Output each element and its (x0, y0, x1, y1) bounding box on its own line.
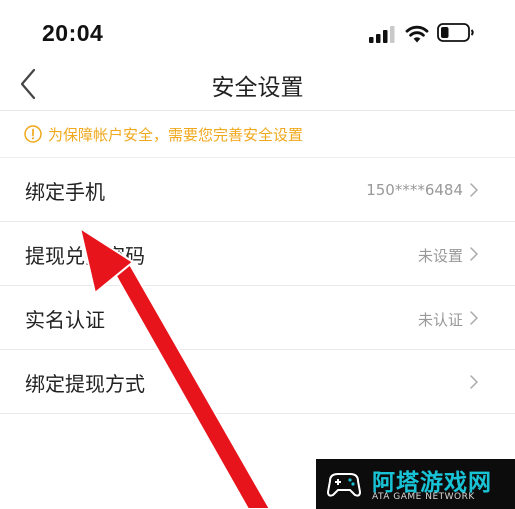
battery-icon (437, 23, 474, 42)
real-name-verification-row[interactable]: 实名认证 未认证 (0, 286, 515, 350)
chevron-right-icon (470, 375, 478, 389)
status-icons (369, 22, 479, 46)
row-value: 未设置 (417, 247, 463, 265)
wifi-icon (405, 25, 429, 43)
status-time: 20:04 (42, 20, 104, 46)
watermark-subtitle: ATA GAME NETWORK (372, 492, 475, 502)
withdraw-password-row[interactable]: 提现兑换密码 未设置 (0, 222, 515, 286)
gamepad-logo-icon (326, 473, 362, 497)
chevron-right-icon (470, 183, 478, 197)
nav-bar: 安全设置 (0, 64, 515, 111)
page-title: 安全设置 (211, 75, 304, 101)
status-bar: 20:04 (0, 0, 515, 64)
notice-text: 为保障帐户安全，需要您完善安全设置 (48, 126, 304, 144)
bind-phone-row[interactable]: 绑定手机 150****6484 (0, 158, 515, 222)
watermark: 阿塔游戏网 ATA GAME NETWORK (316, 459, 515, 509)
security-notice: 为保障帐户安全，需要您完善安全设置 (0, 111, 515, 158)
withdraw-method-row[interactable]: 绑定提现方式 (0, 350, 515, 414)
row-value: 未认证 (417, 311, 463, 329)
chevron-right-icon (470, 311, 478, 325)
warning-circle-icon (24, 125, 42, 143)
chevron-right-icon (470, 247, 478, 261)
row-label: 绑定提现方式 (25, 372, 145, 396)
cellular-signal-icon (369, 26, 395, 43)
row-label: 绑定手机 (25, 180, 105, 204)
row-label: 实名认证 (25, 308, 105, 332)
row-value: 150****6484 (366, 181, 463, 199)
row-label: 提现兑换密码 (25, 244, 145, 268)
